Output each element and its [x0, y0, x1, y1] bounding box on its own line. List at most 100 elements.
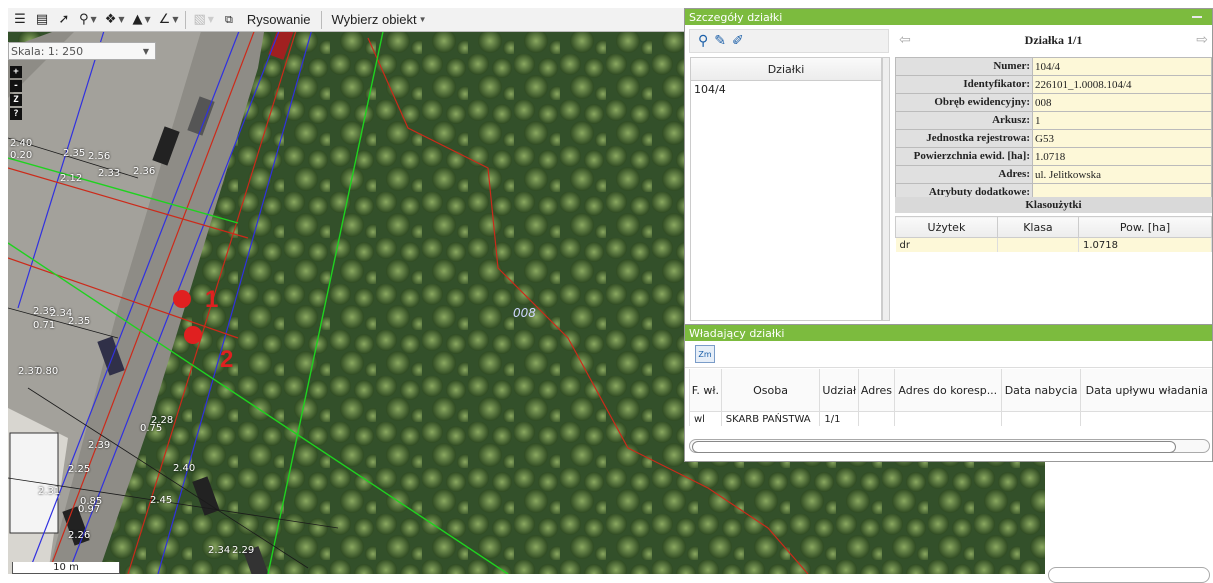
attribute-value[interactable]: 1 — [1032, 111, 1212, 130]
column-header[interactable]: Data upływu władania — [1080, 369, 1212, 412]
column-header[interactable]: Udział — [819, 369, 859, 412]
scale-bar-label: 10 m — [53, 562, 79, 573]
scrollbar-thumb[interactable] — [692, 441, 1176, 453]
toolbar-separator — [320, 10, 322, 29]
parcel-number-label: 008 — [513, 306, 536, 320]
column-header[interactable]: F. wł. — [689, 369, 722, 412]
attribute-row: Obręb ewidencyjny: 008 — [895, 93, 1212, 112]
attribute-key: Jednostka rejestrowa: — [895, 129, 1033, 148]
elevation-label: 2.45 — [150, 495, 173, 506]
angle-icon[interactable]: ∠ ▼ — [156, 10, 182, 30]
table-cell: 1.0718 — [1078, 237, 1212, 252]
minimize-icon[interactable] — [1192, 16, 1202, 18]
marker-point-1[interactable] — [173, 290, 191, 308]
column-header[interactable]: Klasa — [996, 216, 1080, 238]
elevation-label: 2.34 — [208, 545, 231, 556]
horizontal-scrollbar[interactable] — [689, 439, 1210, 453]
table-row[interactable]: dr 1.0718 — [895, 237, 1212, 252]
elevation-label: 0.20 — [10, 150, 33, 161]
elevation-label: 2.40 — [10, 138, 33, 149]
next-arrow-icon[interactable]: ⇨ — [1196, 32, 1208, 48]
panel-title-bar: Szczegóły działki — [685, 9, 1212, 25]
select-object-dropdown[interactable]: Wybierz obiekt ▼ — [326, 10, 433, 30]
marker-point-2[interactable] — [184, 326, 202, 344]
attribute-key: Adres: — [895, 165, 1033, 184]
plot-list-item[interactable]: 104/4 — [691, 81, 881, 98]
elevation-label: 2.31 — [38, 486, 61, 497]
zm-button[interactable]: Zm — [695, 345, 715, 363]
window-edge — [0, 0, 8, 574]
attribute-value[interactable]: 104/4 — [1032, 57, 1212, 76]
elevation-label: 2.56 — [88, 151, 111, 162]
attribute-row: Jednostka rejestrowa: G53 — [895, 129, 1212, 148]
table-cell — [893, 411, 1002, 426]
table-cell: wl — [689, 411, 722, 426]
search-icon[interactable]: ⚲ ▼ — [76, 10, 100, 30]
help-button[interactable]: ? — [10, 108, 22, 120]
attribute-row: Powierzchnia ewid. [ha]: 1.0718 — [895, 147, 1212, 166]
disabled-icon: ▧ ▼ — [193, 12, 214, 27]
column-header[interactable]: Użytek — [895, 216, 998, 238]
column-header[interactable]: Adres do koresp... — [893, 369, 1002, 412]
scrollbar[interactable] — [882, 57, 890, 321]
zoom-in-button[interactable]: + — [10, 66, 22, 78]
pencil-icon[interactable]: ✐ — [732, 33, 744, 49]
info-icon[interactable]: ❖ ▼ — [102, 10, 128, 30]
copy-icon[interactable]: ⧉ — [219, 10, 239, 30]
elevation-label: 2.12 — [60, 173, 83, 184]
attribute-table: Numer: 104/4 Identyfikator: 226101_1.0008.1… — [895, 57, 1212, 202]
panel-title: Szczegóły działki — [689, 10, 783, 24]
elevation-label: 0.97 — [78, 504, 101, 515]
scrollbar[interactable] — [1048, 567, 1210, 583]
elevation-label: 2.36 — [133, 166, 156, 177]
marker-label-1: 1 — [205, 286, 219, 313]
zoom-extent-button[interactable]: Z — [10, 94, 22, 106]
edit-icon[interactable]: ✎ — [714, 33, 726, 49]
attribute-row: Identyfikator: 226101_1.0008.104/4 — [895, 75, 1212, 94]
table-cell — [1080, 411, 1212, 426]
scale-select[interactable]: Skala: 1: 250 ▼ — [8, 42, 156, 60]
elevation-label: 0.71 — [33, 320, 56, 331]
attribute-key: Powierzchnia ewid. [ha]: — [895, 147, 1033, 166]
pointer-icon[interactable]: ➚ — [54, 10, 74, 30]
drawing-button[interactable]: Rysowanie — [241, 10, 317, 30]
owners-toolbar: Zm — [685, 341, 1212, 368]
elevation-label: 2.33 — [98, 168, 121, 179]
measure-icon[interactable]: ▲ ▼ — [130, 10, 154, 30]
elevation-label: 2.35 — [63, 148, 86, 159]
elevation-label: 2.35 — [68, 316, 91, 327]
map-toolbar: ☰ ▤ ➚ ⚲ ▼ ❖ ▼ ▲ ▼ ∠ ▼ ▧ ▼ ⧉ Rysowanie Wybierz… — [8, 8, 688, 32]
plot-details-panel: Szczegóły działki ⚲ ✎ ✐ Działki 104/4 ⇦ … — [684, 8, 1213, 326]
previous-arrow-icon[interactable]: ⇦ — [899, 32, 911, 48]
details-toolbar: ⚲ ✎ ✐ — [689, 29, 889, 53]
panel-title: Władający działki — [689, 326, 785, 340]
attribute-value[interactable]: 226101_1.0008.104/4 — [1032, 75, 1212, 94]
attribute-value[interactable]: G53 — [1032, 129, 1212, 148]
owners-table: F. wł. Osoba Udział Adres Adres do koresp...… — [689, 369, 1212, 426]
list-icon[interactable]: ▤ — [32, 10, 52, 30]
attribute-value[interactable]: 1.0718 — [1032, 147, 1212, 166]
attribute-row: Numer: 104/4 — [895, 57, 1212, 76]
attribute-value[interactable]: 008 — [1032, 93, 1212, 112]
table-cell — [1000, 411, 1081, 426]
marker-label-2: 2 — [220, 346, 234, 373]
attribute-row: Adres: ul. Jelitkowska — [895, 165, 1212, 184]
table-cell: dr — [895, 237, 998, 252]
elevation-label: 2.29 — [232, 545, 255, 556]
toolbar-separator — [185, 10, 187, 29]
elevation-label: 2.28 — [151, 415, 174, 426]
attribute-key: Numer: — [895, 57, 1033, 76]
column-header[interactable]: Adres — [858, 369, 895, 412]
attribute-value[interactable]: ul. Jelitkowska — [1032, 165, 1212, 184]
column-header[interactable]: Osoba — [720, 369, 820, 412]
zoom-out-button[interactable]: - — [10, 80, 22, 92]
locate-user-icon[interactable]: ⚲ — [698, 33, 708, 49]
layers-icon[interactable]: ☰ — [10, 10, 30, 30]
elevation-label: 2.26 — [68, 530, 91, 541]
table-row[interactable]: wl SKARB PAŃSTWA 1/1 — [689, 411, 1212, 426]
table-cell: SKARB PAŃSTWA — [720, 411, 820, 426]
chevron-down-icon: ▼ — [142, 46, 149, 56]
column-header[interactable]: Pow. [ha] — [1078, 216, 1212, 238]
column-header[interactable]: Data nabycia — [1000, 369, 1081, 412]
scale-bar: 10 m — [12, 562, 120, 574]
